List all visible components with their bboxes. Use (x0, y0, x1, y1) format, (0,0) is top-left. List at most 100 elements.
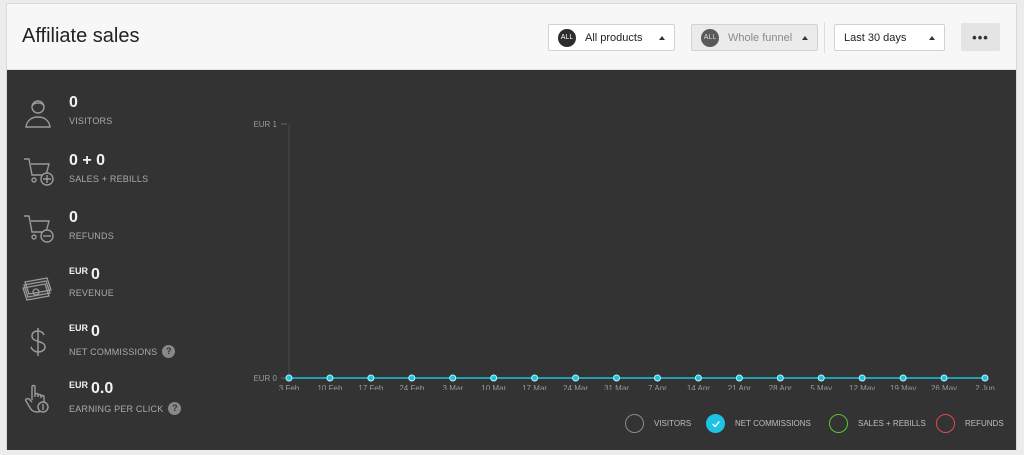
funnel-dropdown-label: Whole funnel (728, 31, 793, 44)
products-dropdown[interactable]: ALL All products (548, 24, 675, 51)
legend-item-visitors[interactable]: VISITORS (625, 414, 691, 433)
stats-area: 0 VISITORS 0 + 0 SALES + REBILLS 0 REFUNDS EUR… (7, 70, 1016, 450)
x-tick-label: 14 Apr (687, 384, 710, 390)
page-title: Affiliate sales (22, 25, 140, 47)
data-point (858, 374, 866, 382)
metric-label-text: NET COMMISSIONS (69, 346, 158, 357)
help-icon[interactable]: ? (162, 345, 176, 358)
more-options-button[interactable]: ••• (961, 23, 1000, 51)
cart-plus-icon (21, 154, 55, 188)
data-point (776, 374, 784, 382)
legend-label: VISITORS (654, 419, 692, 428)
legend-label: SALES + REBILLS (858, 419, 926, 428)
x-tick-label: 21 Apr (728, 384, 751, 390)
x-tick-label: 26 May (931, 384, 957, 390)
metric-value: EUR 0 (69, 266, 100, 284)
data-point (449, 374, 457, 382)
x-tick-label: 24 Feb (399, 384, 424, 390)
x-tick-label: 17 Mar (522, 384, 547, 390)
data-point (899, 374, 907, 382)
currency-label: EUR (69, 323, 89, 333)
metric-number: 0 (91, 323, 100, 340)
metric-label-text: VISITORS (69, 116, 113, 126)
data-point (981, 374, 989, 382)
period-dropdown-label: Last 30 days (844, 31, 907, 44)
y-tick-label: EUR 0 (253, 374, 277, 383)
legend-item-sales-rebills[interactable]: SALES + REBILLS (829, 414, 926, 433)
data-point (285, 374, 293, 382)
legend-toggle-circle[interactable] (625, 414, 644, 433)
metric-value: 0 (69, 209, 78, 227)
x-tick-label: 10 Feb (317, 384, 342, 390)
x-tick-label: 3 Mar (443, 384, 464, 390)
currency-label: EUR (69, 266, 89, 276)
banknotes-icon (21, 268, 55, 302)
panel-header: Affiliate sales ALL All products ALL Who… (7, 4, 1016, 70)
dollar-icon (21, 325, 55, 359)
commissions-line-chart: EUR 0 EUR 1 3 Feb 10 Feb 17 Feb 24 Feb 3 Mar 10… (253, 120, 995, 390)
data-point (613, 374, 621, 382)
legend-label: REFUNDS (965, 419, 1004, 428)
affiliate-sales-panel: Affiliate sales ALL All products ALL Who… (6, 3, 1017, 450)
metric-number: 0 + 0 (69, 152, 106, 169)
person-icon (21, 96, 55, 130)
data-point (531, 374, 539, 382)
metric-label: NET COMMISSIONS? (69, 345, 176, 358)
cart-minus-icon (21, 211, 55, 245)
currency-label: EUR (69, 380, 89, 390)
x-tick-label: 17 Feb (358, 384, 383, 390)
funnel-badge: ALL (701, 28, 719, 47)
x-tick-label: 7 Apr (648, 384, 667, 390)
data-point (735, 374, 743, 382)
metric-visitors: 0 VISITORS (7, 94, 227, 150)
x-tick-label: 10 Mar (481, 384, 506, 390)
data-point (694, 374, 702, 382)
metric-value: 0 (69, 94, 78, 112)
products-badge: ALL (558, 28, 576, 47)
x-tick-label: 2 Jun (975, 384, 995, 390)
legend-toggle-circle[interactable] (829, 414, 848, 433)
metric-label: VISITORS (69, 116, 112, 126)
metric-sales-rebills: 0 + 0 SALES + REBILLS (7, 152, 227, 208)
x-tick-label: 3 Feb (279, 384, 300, 390)
x-tick-label: 5 May (810, 384, 832, 390)
metric-value: EUR 0 (69, 323, 100, 341)
data-point (326, 374, 334, 382)
click-coin-icon (21, 382, 55, 416)
x-tick-label: 19 May (890, 384, 916, 390)
y-tick-label: EUR 1 (253, 120, 277, 129)
metric-number: 0 (69, 94, 78, 111)
x-tick-label: 28 Apr (769, 384, 792, 390)
checkmark-icon[interactable] (706, 414, 725, 433)
caret-up-icon (802, 36, 808, 40)
metric-net-commissions: EUR 0 NET COMMISSIONS? (7, 323, 227, 379)
help-icon[interactable]: ? (168, 402, 182, 415)
metric-label-text: EARNING PER CLICK (69, 403, 164, 414)
caret-up-icon (929, 36, 935, 40)
metric-value: EUR 0.0 (69, 380, 113, 398)
metric-label-text: REVENUE (69, 288, 114, 298)
metric-refunds: 0 REFUNDS (7, 209, 227, 265)
period-dropdown[interactable]: Last 30 days (834, 24, 945, 51)
metric-earning-per-click: EUR 0.0 EARNING PER CLICK? (7, 380, 227, 436)
metric-label: EARNING PER CLICK? (69, 402, 182, 415)
data-point (490, 374, 498, 382)
data-point (817, 374, 825, 382)
legend-item-net-commissions[interactable]: NET COMMISSIONS (706, 414, 811, 433)
legend-toggle-circle[interactable] (936, 414, 955, 433)
metric-value: 0 + 0 (69, 152, 105, 170)
caret-up-icon (659, 36, 665, 40)
legend-item-refunds[interactable]: REFUNDS (936, 414, 1004, 433)
products-dropdown-label: All products (585, 31, 643, 44)
metric-revenue: EUR 0 REVENUE (7, 266, 227, 322)
metric-label-text: SALES + REBILLS (69, 174, 149, 184)
metric-label: REVENUE (69, 288, 114, 298)
data-point (653, 374, 661, 382)
x-tick-label: 24 Mar (563, 384, 588, 390)
funnel-dropdown[interactable]: ALL Whole funnel (691, 24, 818, 51)
header-divider (824, 22, 825, 53)
metric-label: REFUNDS (69, 231, 114, 241)
metric-number: 0 (91, 266, 100, 283)
metric-number: 0 (69, 209, 78, 226)
data-point (940, 374, 948, 382)
